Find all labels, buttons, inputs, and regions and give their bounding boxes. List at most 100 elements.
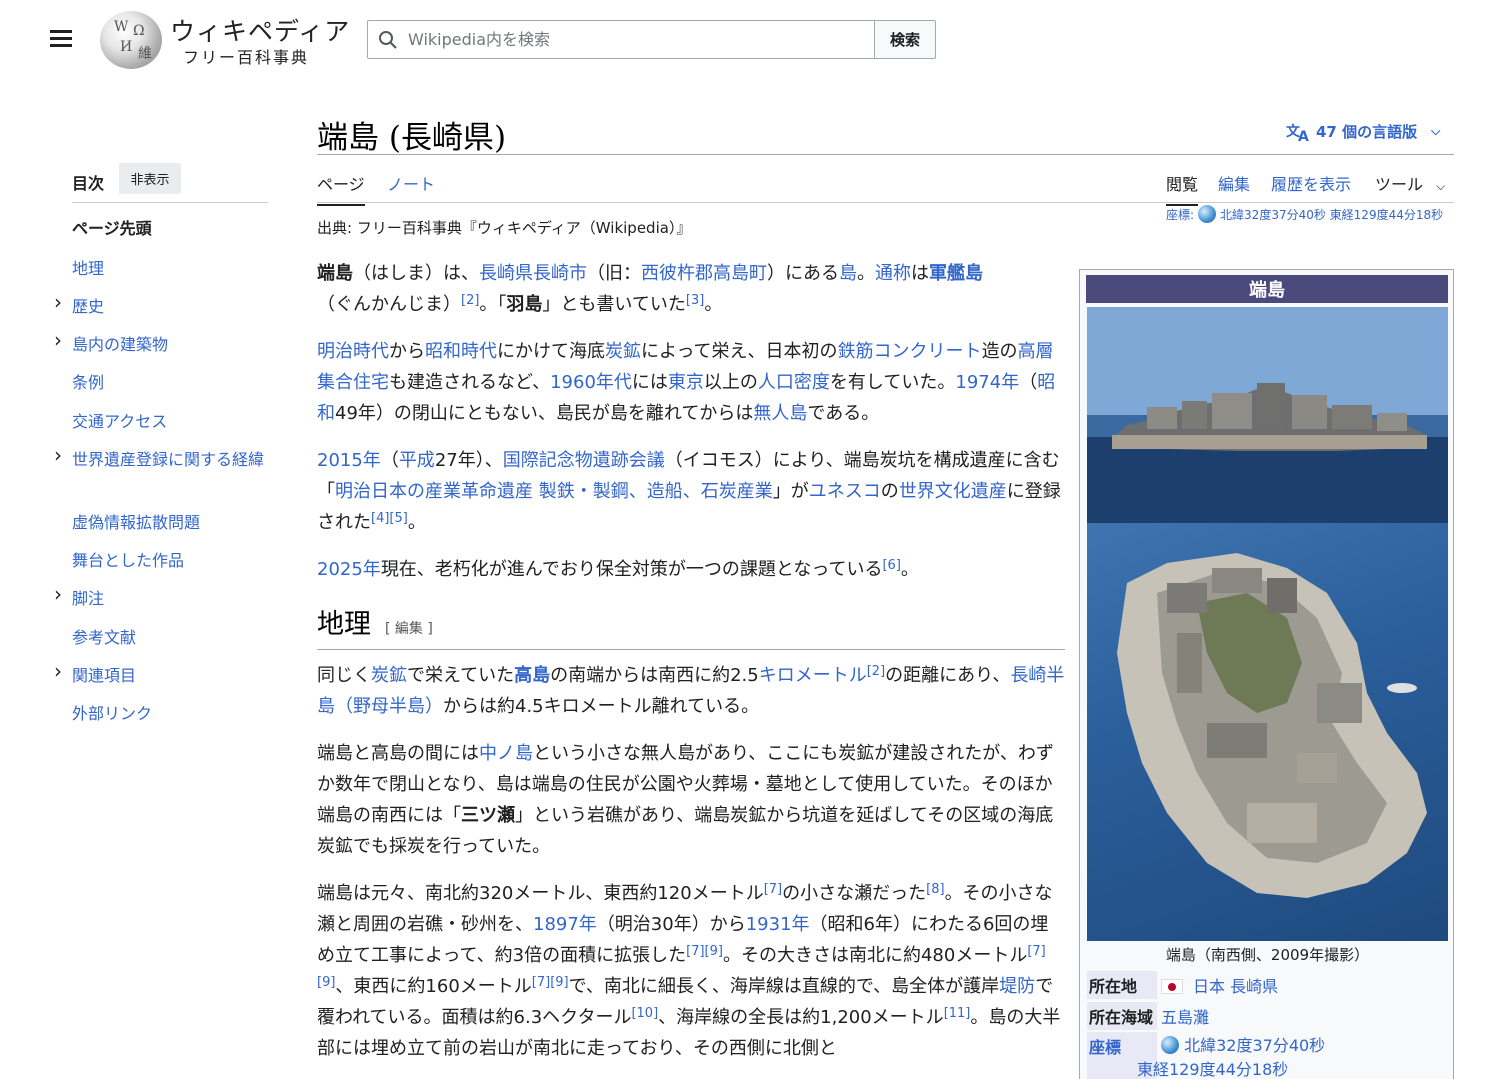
reference-link[interactable]: [5] bbox=[389, 511, 407, 526]
coord-label-link[interactable]: 座標 bbox=[1089, 1038, 1121, 1057]
reference-link[interactable]: [7] bbox=[686, 944, 704, 959]
main-menu-button[interactable] bbox=[50, 26, 80, 54]
sea-link[interactable]: 五島灘 bbox=[1161, 1008, 1209, 1027]
reference-link[interactable]: [9] bbox=[705, 944, 723, 959]
text: にかけて海底 bbox=[497, 341, 605, 362]
tab-history[interactable]: 履歴を表示 bbox=[1271, 171, 1351, 195]
link[interactable]: 無人島 bbox=[753, 403, 807, 424]
link[interactable]: 1960年代 bbox=[550, 372, 632, 393]
wikipedia-logo-icon[interactable]: W Ω И 維 bbox=[100, 11, 162, 69]
location-link[interactable]: 日本 長崎県 bbox=[1193, 977, 1278, 996]
row-label: 所在海域 bbox=[1087, 1002, 1157, 1030]
reference-link[interactable]: [7] bbox=[764, 882, 782, 897]
island-photo-aerial[interactable] bbox=[1087, 523, 1448, 941]
tab-page[interactable]: ページ bbox=[317, 171, 365, 206]
section-edit-link[interactable]: [ 編集 ] bbox=[385, 621, 433, 637]
toc-item[interactable]: › 脚注 bbox=[54, 583, 272, 624]
toc-item[interactable]: › 島内の建築物 bbox=[54, 329, 272, 369]
link[interactable]: 人口密度 bbox=[758, 372, 830, 393]
link[interactable]: 東京 bbox=[668, 372, 704, 393]
link[interactable]: 国際記念物遺跡会議 bbox=[503, 450, 665, 471]
link[interactable]: 長崎県長崎市 bbox=[479, 263, 587, 284]
link[interactable]: 1897年 bbox=[533, 914, 597, 935]
infobox: 端島 端島（南西側、2009年撮影） 所在地 日本 長崎県 所在海域 五島灘 座… bbox=[1079, 269, 1454, 1079]
link[interactable]: 島 bbox=[839, 263, 857, 284]
tab-talk[interactable]: ノート bbox=[387, 171, 435, 195]
toc-item[interactable]: › 世界遺産登録に関する経緯 bbox=[54, 444, 272, 509]
link[interactable]: 通称 bbox=[875, 263, 911, 284]
toc-item[interactable]: › 歴史 bbox=[54, 291, 272, 331]
page-title: 端島 (長崎県) bbox=[317, 120, 507, 156]
chevron-right-icon[interactable]: › bbox=[54, 583, 62, 606]
search-input[interactable] bbox=[408, 21, 868, 58]
toc-item[interactable]: 交通アクセス bbox=[72, 408, 272, 446]
link[interactable]: キロメートル bbox=[759, 665, 867, 686]
link[interactable]: 堤防 bbox=[999, 976, 1035, 997]
link[interactable]: 1931年 bbox=[746, 914, 810, 935]
section-heading-geography: 地理 [ 編集 ] bbox=[317, 609, 1065, 650]
toc-item-label: 関連項目 bbox=[72, 666, 137, 685]
chevron-right-icon[interactable]: › bbox=[54, 291, 62, 314]
link[interactable]: 2015年 bbox=[317, 450, 381, 471]
infobox-row-sea: 所在海域 五島灘 bbox=[1087, 1002, 1449, 1030]
coordinates-top[interactable]: 座標: 北緯32度37分40秒 東経129度44分18秒 bbox=[1166, 205, 1443, 223]
toc-item[interactable]: 虚偽情報拡散問題 bbox=[72, 509, 272, 547]
toc-item[interactable]: 条例 bbox=[72, 369, 272, 408]
reference-link[interactable]: [6] bbox=[882, 558, 900, 573]
link[interactable]: 鉄筋コンクリート bbox=[838, 341, 982, 362]
reference-link[interactable]: [2] bbox=[461, 293, 479, 308]
tab-read[interactable]: 閲覧 bbox=[1166, 171, 1199, 206]
toc-hide-button[interactable]: 非表示 bbox=[119, 163, 181, 194]
reference-link[interactable]: [2] bbox=[867, 664, 885, 679]
reference-link[interactable]: [7] bbox=[532, 975, 550, 990]
link[interactable]: 中ノ島 bbox=[479, 743, 533, 764]
link[interactable]: 西彼杵郡高島町 bbox=[641, 263, 767, 284]
link[interactable]: 世界文化遺産 bbox=[899, 481, 1007, 502]
link[interactable]: 炭鉱 bbox=[371, 665, 407, 686]
language-button[interactable]: 文 A 47 個の言語版 ⌵ bbox=[1286, 121, 1440, 142]
reference-link[interactable]: [7] bbox=[1027, 944, 1045, 959]
toc-item[interactable]: 参考文献 bbox=[72, 624, 272, 662]
link[interactable]: ユネスコ bbox=[809, 481, 881, 502]
reference-link[interactable]: [10] bbox=[631, 1006, 658, 1021]
chevron-right-icon[interactable]: › bbox=[54, 444, 62, 467]
logo-title[interactable]: ウィキペディア bbox=[170, 12, 350, 48]
toc-item[interactable]: 地理 bbox=[72, 255, 272, 293]
chevron-right-icon[interactable]: › bbox=[54, 660, 62, 683]
toc-item[interactable]: 外部リンク bbox=[72, 700, 272, 738]
toc-item[interactable]: 舞台とした作品 bbox=[72, 547, 272, 585]
logo-subtitle[interactable]: フリー百科事典 bbox=[183, 44, 309, 68]
title-divider bbox=[317, 154, 1454, 155]
toc-item[interactable]: › 関連項目 bbox=[54, 660, 272, 700]
search-button[interactable]: 検索 bbox=[874, 20, 936, 59]
reference-link[interactable]: [8] bbox=[926, 882, 944, 897]
link[interactable]: 1974年 bbox=[955, 372, 1019, 393]
reference-link[interactable]: [3] bbox=[686, 293, 704, 308]
paragraph: 2015年（平成27年）、国際記念物遺跡会議（イコモス）により、端島炭坑を構成遺… bbox=[317, 445, 1065, 538]
toc-item-label: 交通アクセス bbox=[72, 412, 168, 431]
reference-link[interactable]: [4] bbox=[371, 511, 389, 526]
link[interactable]: 昭和時代 bbox=[425, 341, 497, 362]
island-photo-distant[interactable] bbox=[1087, 307, 1448, 523]
text: の距離にあり、 bbox=[885, 665, 1011, 686]
reference-link[interactable]: [9] bbox=[317, 975, 335, 990]
chevron-right-icon[interactable]: › bbox=[54, 329, 62, 352]
text: は bbox=[911, 263, 929, 284]
text: 」が bbox=[772, 481, 809, 502]
link[interactable]: 2025年 bbox=[317, 559, 381, 580]
tab-edit[interactable]: 編集 bbox=[1218, 171, 1250, 195]
reference-link[interactable]: [11] bbox=[944, 1006, 971, 1021]
row-value: 五島灘 bbox=[1157, 1002, 1213, 1030]
tabs-divider bbox=[317, 202, 1454, 203]
link[interactable]: 炭鉱 bbox=[605, 341, 641, 362]
coord-link[interactable]: 北緯32度37分40秒 bbox=[1184, 1036, 1325, 1055]
coord-link[interactable]: 東経129度44分18秒 bbox=[1137, 1060, 1288, 1079]
toc-item[interactable]: ページ先頭 bbox=[72, 215, 272, 255]
link[interactable]: 高島 bbox=[514, 665, 550, 686]
tools-menu[interactable]: ツール ⌵ bbox=[1375, 171, 1445, 195]
reference-link[interactable]: [9] bbox=[550, 975, 568, 990]
link[interactable]: 軍艦島 bbox=[929, 263, 983, 284]
link[interactable]: 平成 bbox=[399, 450, 435, 471]
link[interactable]: 明治時代 bbox=[317, 341, 389, 362]
link[interactable]: 明治日本の産業革命遺産 製鉄・製鋼、造船、石炭産業 bbox=[335, 481, 773, 502]
